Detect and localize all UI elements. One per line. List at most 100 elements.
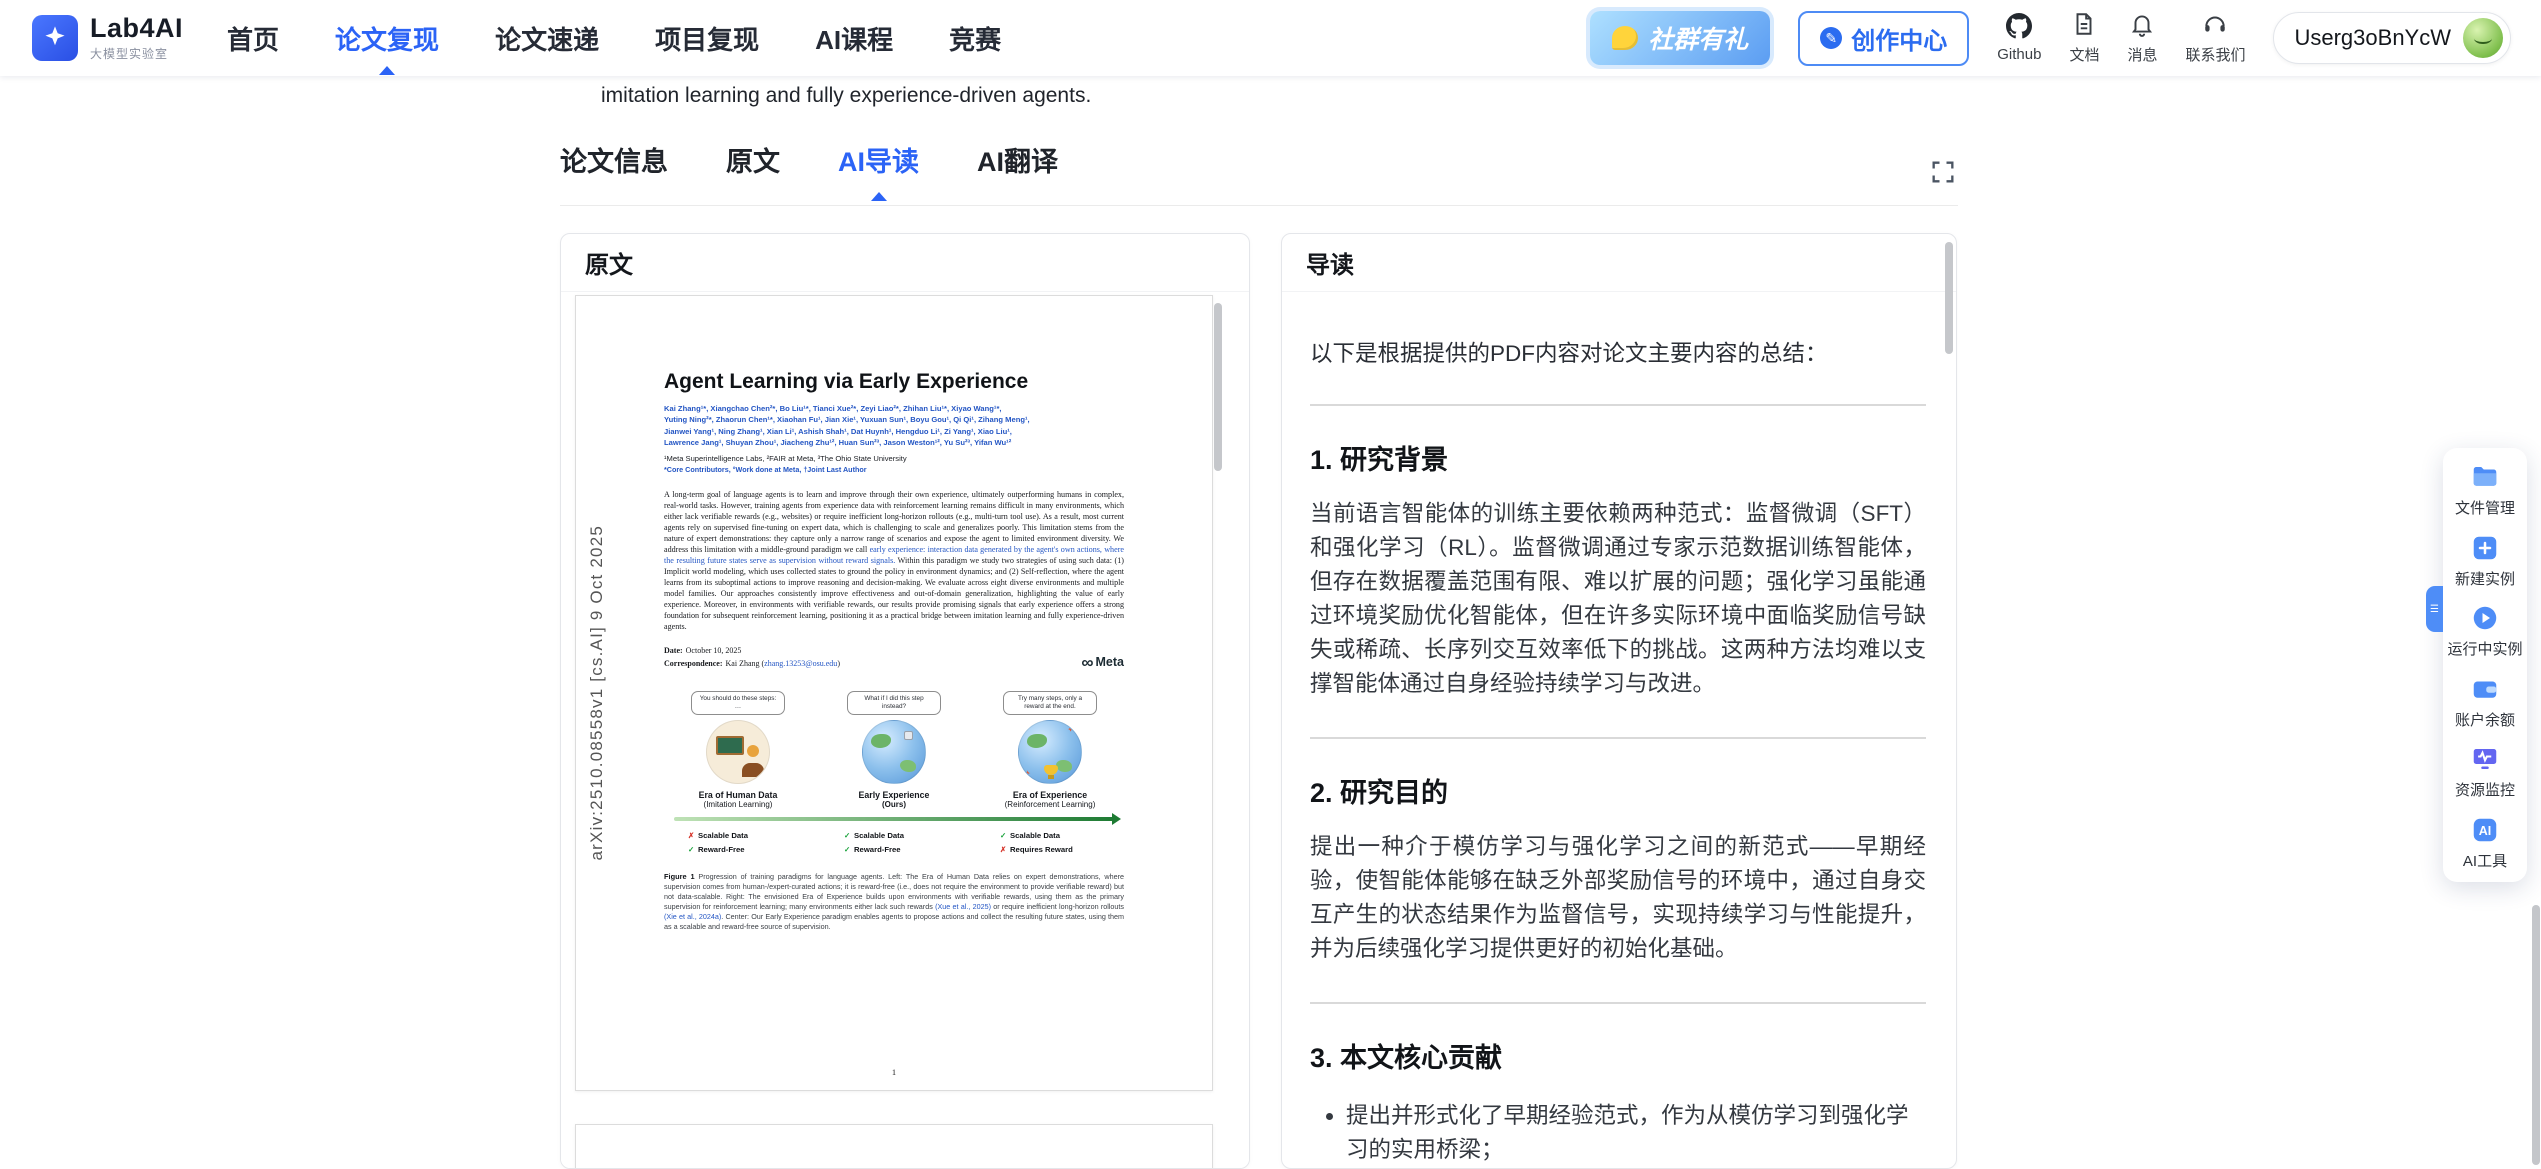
pdf-page-1: arXiv:2510.08558v1 [cs.AI] 9 Oct 2025 Ag… — [575, 295, 1213, 1091]
guide-scrollbar[interactable] — [1945, 236, 1953, 1166]
nav-item-project-reproduction[interactable]: 项目复现 — [655, 6, 759, 71]
pdf-scrollbar-thumb[interactable] — [1214, 303, 1222, 471]
top-navbar: Lab4AI 大模型实验室 首页 论文复现 论文速递 项目复现 AI课程 竞赛 … — [0, 0, 2541, 76]
tools-sidebar: ☰ 文件管理 新建实例 运行中实例 账户余额 — [2443, 448, 2527, 882]
figure-caption: Figure 1 Progression of training paradig… — [664, 872, 1124, 932]
docs-link[interactable]: 文档 — [2069, 11, 2099, 65]
user-menu[interactable]: Userg3oBnYcW — [2273, 12, 2511, 64]
paper-contributors-note: *Core Contributors, °Work done at Meta, … — [664, 465, 1124, 474]
creator-center-button[interactable]: ✎ 创作中心 — [1798, 11, 1969, 66]
original-text-panel: 原文 arXiv:2510.08558v1 [cs.AI] 9 Oct 2025… — [560, 233, 1250, 1169]
main-nav: 首页 论文复现 论文速递 项目复现 AI课程 竞赛 — [227, 6, 1001, 71]
tab-original-text[interactable]: 原文 — [726, 140, 780, 195]
fullscreen-icon[interactable] — [1929, 158, 1957, 186]
date-label: Date: — [664, 646, 683, 655]
page-scrollbar[interactable] — [2531, 0, 2541, 1169]
tab-ai-guide[interactable]: AI导读 — [838, 140, 919, 195]
nav-item-paper-reproduction[interactable]: 论文复现 — [335, 6, 439, 71]
check-label: Scalable Data — [1010, 831, 1060, 840]
messages-link[interactable]: 消息 — [2127, 11, 2157, 65]
navbar-right-cluster: 社群有礼 ✎ 创作中心 Github 文档 — [1590, 11, 2511, 66]
check-mark-icon: ✗ — [688, 829, 698, 843]
page-scrollbar-thumb[interactable] — [2532, 905, 2540, 1165]
figure-col-experience: Try many steps, only a reward at the end… — [976, 691, 1124, 810]
correspondence-label: Correspondence: — [664, 659, 723, 668]
nav-item-label: 论文复现 — [335, 25, 439, 55]
docs-label: 文档 — [2069, 44, 2099, 65]
correspondence-email[interactable]: zhang.13253@osu.edu — [764, 659, 837, 668]
sidebar-item-ai-tools[interactable]: AI AI工具 — [2463, 815, 2507, 871]
nav-item-ai-courses[interactable]: AI课程 — [815, 6, 893, 71]
community-gift-button[interactable]: 社群有礼 — [1590, 11, 1770, 65]
lab4ai-logo-icon — [32, 15, 78, 61]
tabs-divider — [560, 205, 1958, 206]
tab-paper-info[interactable]: 论文信息 — [560, 140, 668, 195]
svg-text:AI: AI — [2479, 824, 2492, 838]
globe-land-icon — [871, 734, 891, 748]
check-item: ✗Requires Reward — [1000, 843, 1124, 857]
detail-tabs: 论文信息 原文 AI导读 AI翻译 — [560, 140, 1058, 195]
figure-caption-lead: Figure 1 — [664, 872, 695, 881]
sidebar-item-label: AI工具 — [2463, 853, 2507, 870]
nav-item-paper-express[interactable]: 论文速递 — [495, 6, 599, 71]
chalkboard-teacher-illustration — [706, 720, 770, 784]
pdf-viewer[interactable]: arXiv:2510.08558v1 [cs.AI] 9 Oct 2025 Ag… — [561, 295, 1249, 1169]
original-text-panel-title: 原文 — [585, 245, 633, 280]
teacher-head-icon — [747, 745, 759, 757]
sidebar-item-new-instance[interactable]: 新建实例 — [2455, 533, 2515, 589]
correspondence-paren: ) — [837, 659, 840, 668]
contribution-item: 提出并形式化了早期经验范式，作为从模仿学习到强化学习的实用桥梁； — [1346, 1099, 1926, 1167]
sidebar-item-file-management[interactable]: 文件管理 — [2455, 462, 2515, 518]
bell-icon — [2129, 11, 2155, 41]
checks-human-data: ✗Scalable Data ✓Reward-Free — [664, 829, 812, 857]
author-line: Lawrence Jang¹, Shuyan Zhou¹, Jiacheng Z… — [664, 437, 1124, 448]
sidebar-item-label: 新建实例 — [2455, 571, 2515, 588]
guide-section-3-heading: 3. 本文核心贡献 — [1310, 1036, 1926, 1075]
figure-col-early-experience: What if I did this step instead? Early E… — [820, 691, 968, 810]
timeline-arrow-icon — [674, 817, 1114, 821]
era-sublabel: (Reinforcement Learning) — [976, 800, 1124, 809]
chat-bubble-icon — [1612, 26, 1638, 50]
sparkle-icon: ✦ — [1067, 726, 1074, 734]
citation-link[interactable]: (Xue et al., 2025) — [935, 902, 991, 911]
ai-guide-content[interactable]: 以下是根据提供的PDF内容对论文主要内容的总结： 1. 研究背景 当前语言智能体… — [1282, 292, 1956, 1169]
check-mark-icon: ✓ — [844, 843, 854, 857]
nav-item-home[interactable]: 首页 — [227, 6, 279, 71]
check-mark-icon: ✓ — [688, 843, 698, 857]
sidebar-item-account-balance[interactable]: 账户余额 — [2455, 674, 2515, 730]
check-label: Reward-Free — [854, 845, 901, 854]
pdf-scrollbar[interactable] — [1214, 297, 1222, 1169]
era-label: Early Experience — [820, 790, 968, 800]
sidebar-item-running-instances[interactable]: 运行中实例 — [2447, 603, 2522, 659]
guide-section-2-heading: 2. 研究目的 — [1310, 771, 1926, 810]
github-link[interactable]: Github — [1997, 13, 2041, 63]
contact-us-link[interactable]: 联系我们 — [2185, 11, 2245, 65]
check-label: Reward-Free — [698, 845, 745, 854]
author-line: Yuting Ning²*, Zhaorun Chen¹*, Xiaohan F… — [664, 414, 1124, 425]
sidebar-item-resource-monitor[interactable]: 资源监控 — [2455, 744, 2515, 800]
check-label: Requires Reward — [1010, 845, 1073, 854]
figure-1: You should do these steps: … Era of Huma… — [664, 691, 1124, 857]
tab-ai-translation[interactable]: AI翻译 — [977, 140, 1058, 195]
logo[interactable]: Lab4AI 大模型实验室 — [32, 15, 183, 62]
correspondence-name: Kai Zhang ( — [726, 659, 765, 668]
checks-early-experience: ✓Scalable Data ✓Reward-Free — [820, 829, 968, 857]
speech-bubble: What if I did this step instead? — [847, 691, 941, 716]
check-item: ✓Reward-Free — [844, 843, 968, 857]
abstract-text: Within this paradigm we study two strate… — [664, 556, 1124, 631]
sidebar-collapse-handle[interactable]: ☰ — [2426, 586, 2443, 632]
check-item: ✓Scalable Data — [844, 829, 968, 843]
globe-land-icon — [1027, 734, 1047, 748]
wallet-icon — [2470, 674, 2500, 708]
figure-caption-text: or require inefficient long-horizon roll… — [991, 902, 1124, 911]
logo-subtitle: 大模型实验室 — [90, 45, 183, 62]
citation-link[interactable]: (Xie et al., 2024a) — [664, 912, 721, 921]
logo-text: Lab4AI 大模型实验室 — [90, 15, 183, 62]
new-instance-icon — [2470, 533, 2500, 567]
nav-item-competition[interactable]: 竞赛 — [949, 6, 1001, 71]
guide-section-1-body: 当前语言智能体的训练主要依赖两种范式：监督微调（SFT）和强化学习（RL）。监督… — [1310, 497, 1926, 701]
guide-scrollbar-thumb[interactable] — [1945, 242, 1953, 354]
sidebar-item-label: 文件管理 — [2455, 500, 2515, 517]
pdf-page-number: 1 — [576, 1067, 1212, 1077]
meta-infinity-icon: ∞ — [1081, 654, 1092, 671]
